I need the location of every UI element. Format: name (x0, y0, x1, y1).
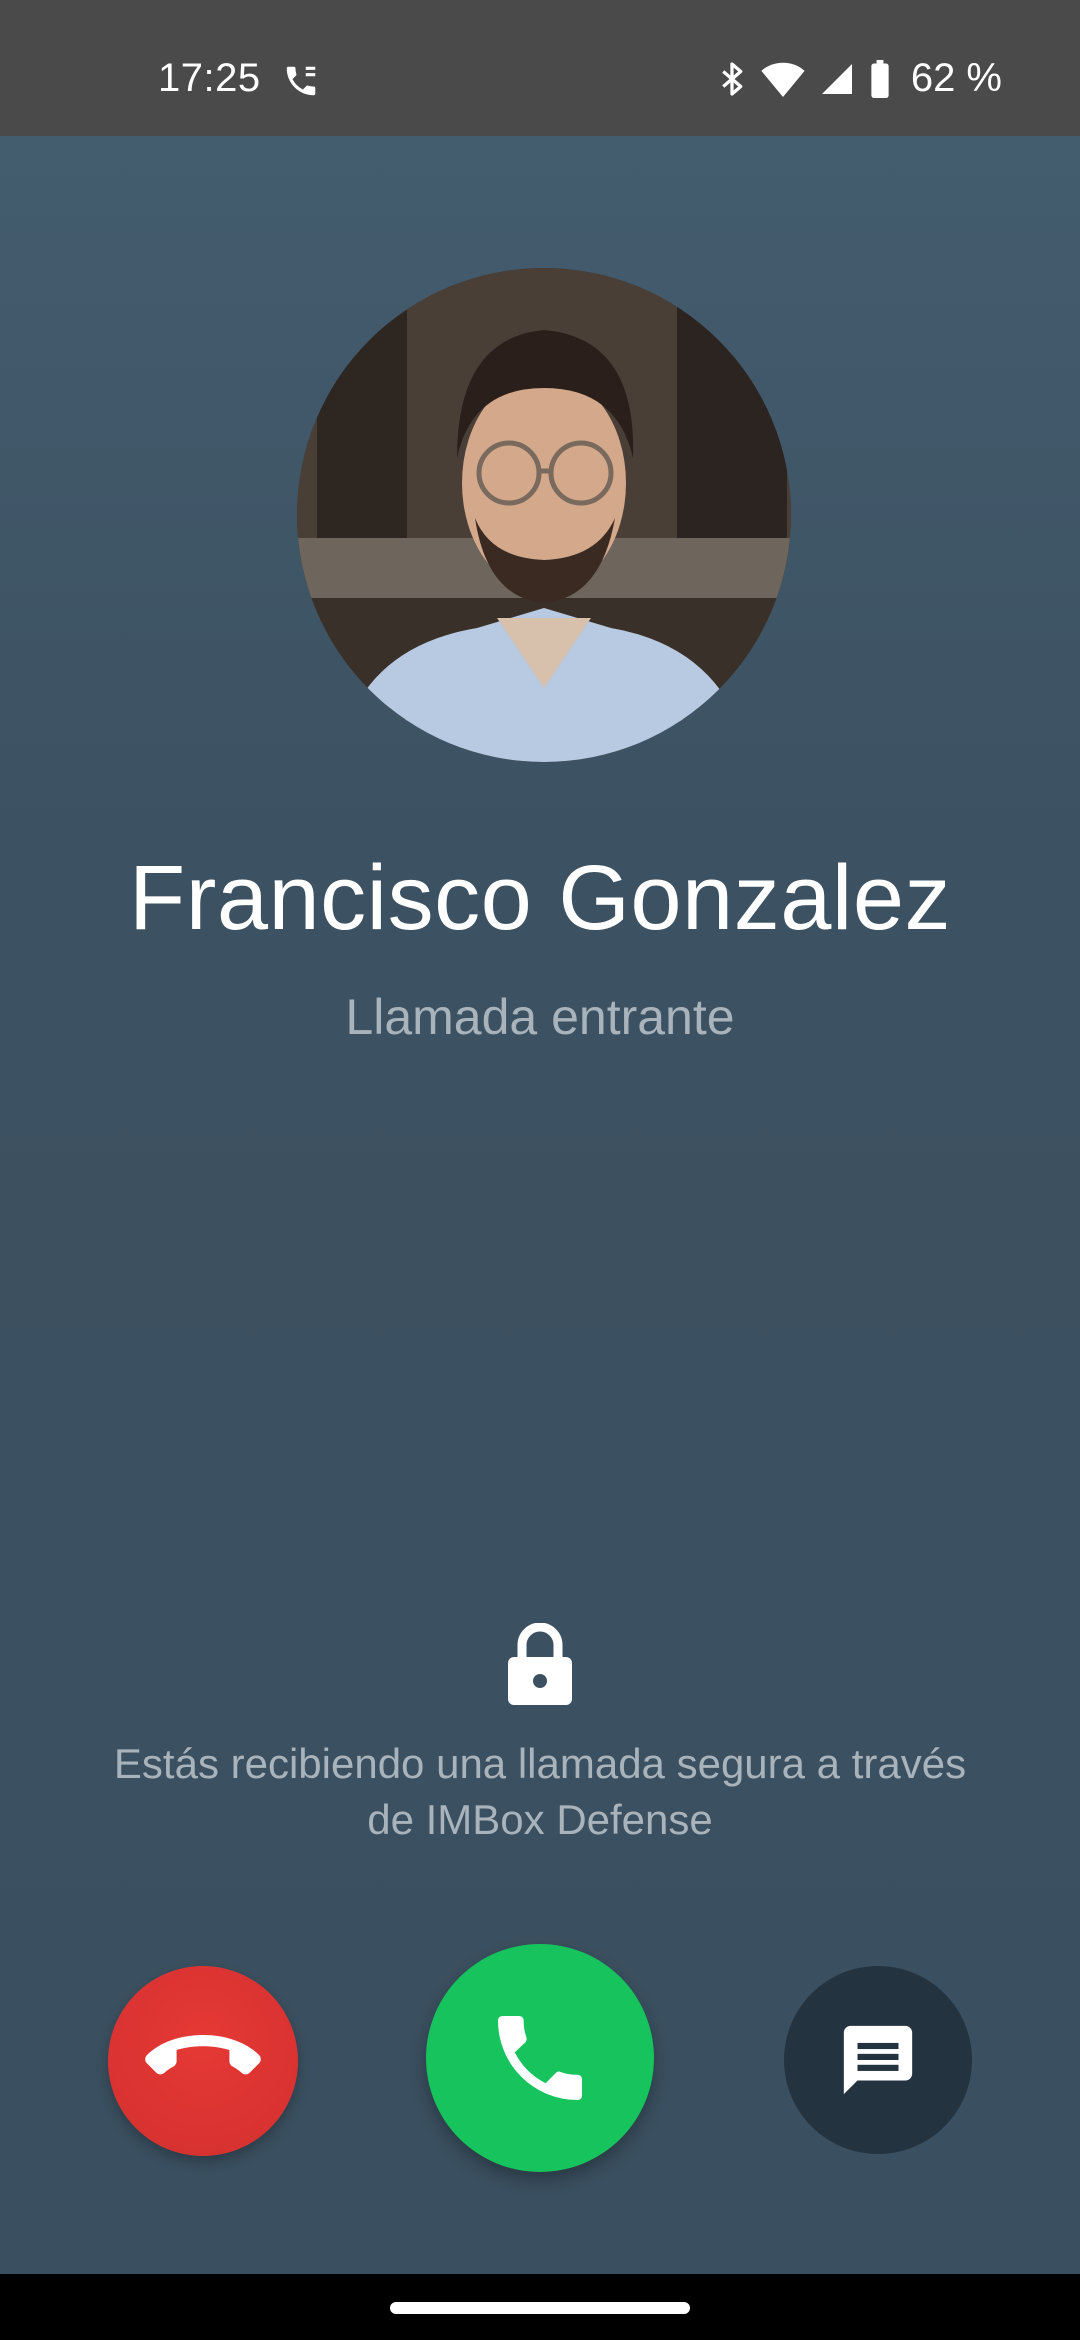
caller-name: Francisco Gonzalez (129, 847, 951, 949)
phone-icon (498, 2016, 582, 2100)
signal-icon (821, 63, 852, 94)
phone-call-icon (286, 66, 316, 96)
wifi-icon (761, 62, 805, 97)
home-gesture-handle[interactable] (390, 2302, 690, 2314)
hang-up-icon (145, 2035, 261, 2075)
bluetooth-icon (722, 61, 743, 96)
lock-icon (508, 1623, 572, 1705)
incoming-call-screen: Francisco Gonzalez Llamada entrante Está… (0, 136, 1080, 2274)
decline-call-button[interactable] (108, 1966, 298, 2156)
caller-avatar (297, 268, 791, 762)
battery-icon (871, 59, 889, 98)
secure-call-message: Estás recibiendo una llamada segura a tr… (113, 1740, 967, 1843)
navigation-bar (0, 2274, 1080, 2340)
answer-call-button[interactable] (426, 1944, 654, 2172)
status-time: 17:25 (158, 56, 261, 100)
battery-percent: 62 % (910, 56, 1002, 100)
reply-with-message-button[interactable] (784, 1966, 972, 2154)
call-status: Llamada entrante (345, 989, 735, 1045)
status-bar: 17:25 62 % (0, 0, 1080, 136)
message-icon (843, 2025, 913, 2095)
